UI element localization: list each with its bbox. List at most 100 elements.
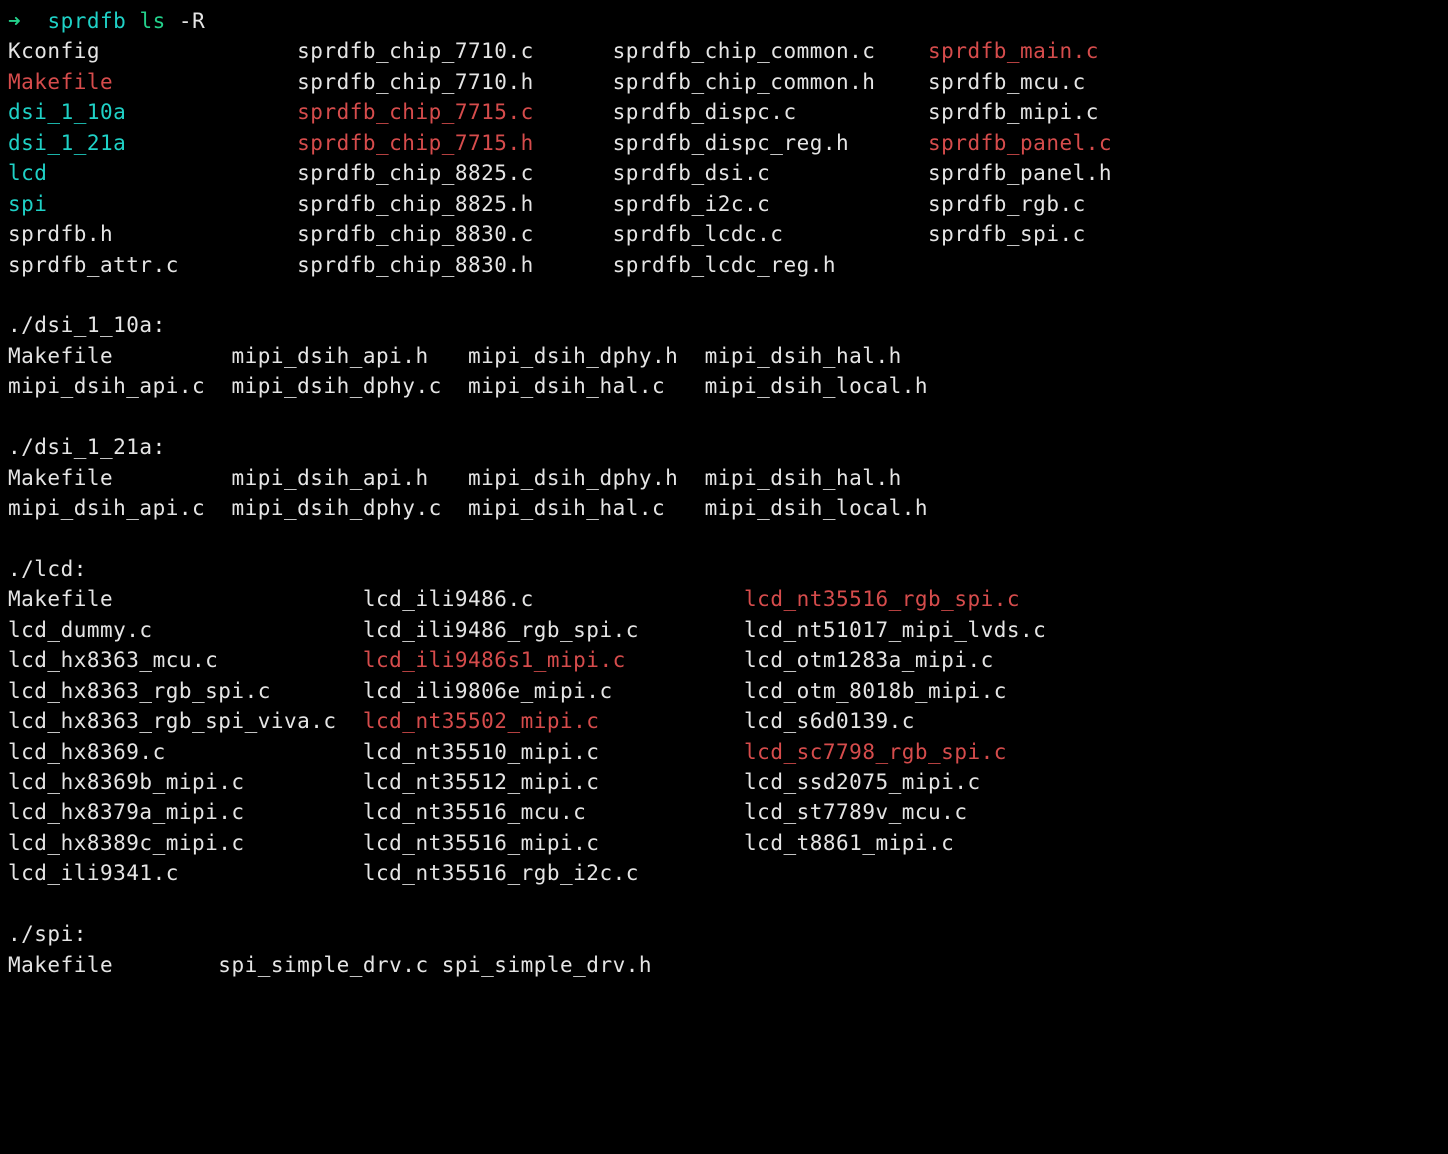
- file-entry: mipi_dsih_hal.h: [705, 344, 902, 368]
- listing-row: lcd_ili9341.c lcd_nt35516_rgb_i2c.c: [8, 858, 1440, 888]
- highlighted-file: lcd_ili9486s1_mipi.c: [363, 648, 744, 672]
- file-entry: lcd_ssd2075_mipi.c: [744, 770, 981, 794]
- section-header-text: ./dsi_1_10a:: [8, 313, 166, 337]
- file-entry: sprdfb_mcu.c: [928, 70, 1086, 94]
- section-header: ./dsi_1_21a:: [8, 432, 1440, 462]
- command-name: ls: [139, 9, 165, 33]
- section-header: ./dsi_1_10a:: [8, 310, 1440, 340]
- file-entry: sprdfb_dsi.c: [613, 161, 928, 185]
- file-entry: lcd_st7789v_mcu.c: [744, 800, 967, 824]
- listing-row: Makefile lcd_ili9486.c lcd_nt35516_rgb_s…: [8, 584, 1440, 614]
- file-entry: mipi_dsih_hal.c: [468, 496, 705, 520]
- file-entry: sprdfb_mipi.c: [928, 100, 1099, 124]
- listing-row: sprdfb_attr.c sprdfb_chip_8830.h sprdfb_…: [8, 250, 1440, 280]
- file-entry: lcd_nt51017_mipi_lvds.c: [744, 618, 1046, 642]
- file-entry: spi_simple_drv.c: [218, 953, 441, 977]
- listing-row: lcd_hx8363_rgb_spi_viva.c lcd_nt35502_mi…: [8, 706, 1440, 736]
- highlighted-file: lcd_sc7798_rgb_spi.c: [744, 740, 1007, 764]
- section-header: ./spi:: [8, 919, 1440, 949]
- file-entry: Makefile: [8, 344, 231, 368]
- file-entry: lcd_t8861_mipi.c: [744, 831, 954, 855]
- file-entry: mipi_dsih_dphy.h: [468, 344, 705, 368]
- file-entry: sprdfb_chip_8830.h: [297, 253, 612, 277]
- file-entry: sprdfb_lcdc.c: [613, 222, 928, 246]
- file-entry: sprdfb_chip_8830.c: [297, 222, 612, 246]
- file-entry: sprdfb_dispc_reg.h: [613, 131, 928, 155]
- file-entry: mipi_dsih_dphy.c: [231, 374, 468, 398]
- file-entry: lcd_hx8363_mcu.c: [8, 648, 363, 672]
- file-entry: Makefile: [8, 953, 218, 977]
- file-entry: sprdfb_rgb.c: [928, 192, 1086, 216]
- file-entry: lcd_ili9806e_mipi.c: [363, 679, 744, 703]
- file-entry: mipi_dsih_local.h: [705, 374, 928, 398]
- section-header: ./lcd:: [8, 554, 1440, 584]
- listing-row: lcd_hx8379a_mipi.c lcd_nt35516_mcu.c lcd…: [8, 797, 1440, 827]
- listing-row: Kconfig sprdfb_chip_7710.c sprdfb_chip_c…: [8, 36, 1440, 66]
- file-entry: lcd_hx8389c_mipi.c: [8, 831, 363, 855]
- file-entry: mipi_dsih_local.h: [705, 496, 928, 520]
- listing-row: lcd_hx8389c_mipi.c lcd_nt35516_mipi.c lc…: [8, 828, 1440, 858]
- file-entry: sprdfb_lcdc_reg.h: [613, 253, 928, 277]
- section-header-text: ./dsi_1_21a:: [8, 435, 166, 459]
- listing-row: lcd_hx8369b_mipi.c lcd_nt35512_mipi.c lc…: [8, 767, 1440, 797]
- listing-row: dsi_1_21a sprdfb_chip_7715.h sprdfb_disp…: [8, 128, 1440, 158]
- section-header-text: ./spi:: [8, 922, 87, 946]
- file-entry: spi_simple_drv.h: [442, 953, 652, 977]
- file-entry: lcd_nt35516_rgb_i2c.c: [363, 861, 744, 885]
- file-entry: lcd_nt35510_mipi.c: [363, 740, 744, 764]
- file-entry: sprdfb_chip_7710.c: [297, 39, 612, 63]
- command-flags: -R: [179, 9, 205, 33]
- file-entry: Makefile: [8, 466, 231, 490]
- prompt-line[interactable]: ➜ sprdfb ls -R: [8, 6, 1440, 36]
- file-entry: lcd_otm_8018b_mipi.c: [744, 679, 1007, 703]
- listing-row: sprdfb.h sprdfb_chip_8830.c sprdfb_lcdc.…: [8, 219, 1440, 249]
- highlighted-file: sprdfb_main.c: [928, 39, 1099, 63]
- file-entry: Kconfig: [8, 39, 297, 63]
- file-entry: sprdfb_chip_common.c: [613, 39, 928, 63]
- prompt-cwd: sprdfb: [47, 9, 126, 33]
- file-entry: lcd_hx8363_rgb_spi_viva.c: [8, 709, 363, 733]
- terminal-output: ➜ sprdfb ls -RKconfig sprdfb_chip_7710.c…: [0, 0, 1448, 992]
- file-entry: sprdfb_i2c.c: [613, 192, 928, 216]
- file-entry: lcd_hx8369.c: [8, 740, 363, 764]
- file-entry: sprdfb_dispc.c: [613, 100, 928, 124]
- file-entry: lcd_nt35516_mcu.c: [363, 800, 744, 824]
- file-entry: mipi_dsih_hal.h: [705, 466, 902, 490]
- file-entry: mipi_dsih_api.c: [8, 374, 231, 398]
- listing-row: Makefile mipi_dsih_api.h mipi_dsih_dphy.…: [8, 341, 1440, 371]
- file-entry: mipi_dsih_dphy.h: [468, 466, 705, 490]
- section-header-text: ./lcd:: [8, 557, 87, 581]
- file-entry: lcd_s6d0139.c: [744, 709, 915, 733]
- highlighted-file: lcd_nt35502_mipi.c: [363, 709, 744, 733]
- file-entry: lcd_ili9486_rgb_spi.c: [363, 618, 744, 642]
- directory-entry: lcd: [8, 161, 297, 185]
- file-entry: lcd_hx8379a_mipi.c: [8, 800, 363, 824]
- listing-row: lcd sprdfb_chip_8825.c sprdfb_dsi.c sprd…: [8, 158, 1440, 188]
- file-entry: lcd_nt35512_mipi.c: [363, 770, 744, 794]
- listing-row: mipi_dsih_api.c mipi_dsih_dphy.c mipi_ds…: [8, 371, 1440, 401]
- directory-entry: dsi_1_21a: [8, 131, 297, 155]
- file-entry: sprdfb_panel.h: [928, 161, 1112, 185]
- file-entry: lcd_ili9341.c: [8, 861, 363, 885]
- highlighted-file: sprdfb_chip_7715.h: [297, 131, 612, 155]
- file-entry: mipi_dsih_api.c: [8, 496, 231, 520]
- file-entry: Makefile: [8, 587, 363, 611]
- file-entry: mipi_dsih_api.h: [231, 344, 468, 368]
- highlighted-file: Makefile: [8, 70, 297, 94]
- listing-row: dsi_1_10a sprdfb_chip_7715.c sprdfb_disp…: [8, 97, 1440, 127]
- directory-entry: dsi_1_10a: [8, 100, 297, 124]
- file-entry: lcd_nt35516_mipi.c: [363, 831, 744, 855]
- file-entry: sprdfb_chip_common.h: [613, 70, 928, 94]
- highlighted-file: lcd_nt35516_rgb_spi.c: [744, 587, 1020, 611]
- file-entry: sprdfb_chip_8825.c: [297, 161, 612, 185]
- file-entry: sprdfb_attr.c: [8, 253, 297, 277]
- file-entry: lcd_hx8363_rgb_spi.c: [8, 679, 363, 703]
- listing-row: Makefile sprdfb_chip_7710.h sprdfb_chip_…: [8, 67, 1440, 97]
- listing-row: lcd_hx8369.c lcd_nt35510_mipi.c lcd_sc77…: [8, 737, 1440, 767]
- file-entry: lcd_hx8369b_mipi.c: [8, 770, 363, 794]
- highlighted-file: sprdfb_chip_7715.c: [297, 100, 612, 124]
- file-entry: mipi_dsih_api.h: [231, 466, 468, 490]
- highlighted-file: sprdfb_panel.c: [928, 131, 1112, 155]
- listing-row: lcd_hx8363_mcu.c lcd_ili9486s1_mipi.c lc…: [8, 645, 1440, 675]
- file-entry: lcd_otm1283a_mipi.c: [744, 648, 994, 672]
